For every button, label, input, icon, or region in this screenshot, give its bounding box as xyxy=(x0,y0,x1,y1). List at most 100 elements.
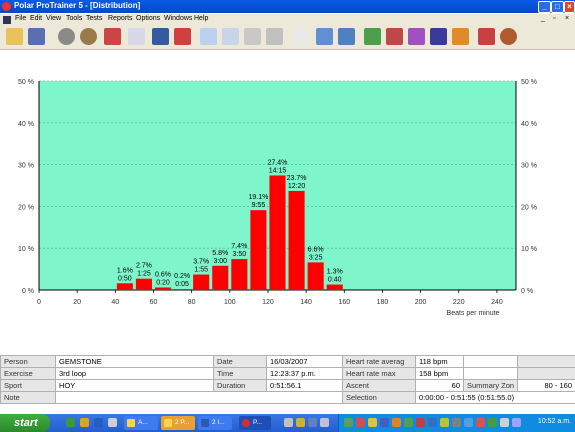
open-folder-icon[interactable] xyxy=(6,28,23,45)
analysis-5-icon[interactable] xyxy=(452,28,469,45)
task-label: P... xyxy=(253,419,262,426)
tray-icon[interactable] xyxy=(428,418,437,427)
quicklaunch-media-icon[interactable] xyxy=(80,418,89,427)
sport-label: Sport xyxy=(0,379,56,392)
tray-icon[interactable] xyxy=(356,418,365,427)
diary-icon[interactable] xyxy=(152,28,169,45)
tray-icon[interactable] xyxy=(488,418,497,427)
menu-edit[interactable]: Edit xyxy=(30,15,42,22)
bar-percent-label: 6.6% xyxy=(308,246,324,253)
person-value[interactable]: GEMSTONE xyxy=(55,355,214,368)
bar-report-icon[interactable] xyxy=(104,28,121,45)
analysis-2-icon[interactable] xyxy=(386,28,403,45)
mdi-restore-icon[interactable]: ▫ xyxy=(553,15,555,22)
mdi-minimize-icon[interactable]: _ xyxy=(541,15,545,22)
tray-icon[interactable] xyxy=(464,418,473,427)
exercise-info-grid: Person GEMSTONE Date 16/03/2007 Heart ra… xyxy=(0,355,575,404)
users-icon[interactable] xyxy=(500,28,517,45)
calendar-icon[interactable] xyxy=(128,28,145,45)
y-tick-label-left: 10 % xyxy=(18,246,34,253)
menu-tools[interactable]: Tools xyxy=(66,15,82,22)
task-button-3[interactable]: 2 I... xyxy=(198,416,232,430)
tray-icon[interactable] xyxy=(404,418,413,427)
task-toolbar-icon[interactable] xyxy=(320,418,329,427)
menu-tests[interactable]: Tests xyxy=(86,15,102,22)
y-tick-label-left: 50 % xyxy=(18,79,34,86)
report-chart-icon[interactable] xyxy=(478,28,495,45)
close-button[interactable]: × xyxy=(564,1,575,13)
menu-file[interactable]: File xyxy=(15,15,26,22)
volume-icon[interactable] xyxy=(500,418,509,427)
menu-help[interactable]: Help xyxy=(194,15,208,22)
analysis-1-icon[interactable] xyxy=(364,28,381,45)
x-tick-label: 100 xyxy=(224,299,236,306)
task-label: A... xyxy=(138,419,148,426)
x-tick-label: 80 xyxy=(188,299,196,306)
person-icon[interactable] xyxy=(174,28,191,45)
start-button[interactable]: start xyxy=(0,414,50,432)
tray-icon[interactable] xyxy=(416,418,425,427)
quicklaunch-desktop-icon[interactable] xyxy=(94,418,103,427)
histogram-bar xyxy=(154,287,172,290)
add-exercise-icon[interactable] xyxy=(58,28,75,45)
bar-time-label: 3:00 xyxy=(213,258,227,265)
toolbar xyxy=(0,25,575,50)
note-value[interactable] xyxy=(55,391,343,404)
analysis-3-icon[interactable] xyxy=(408,28,425,45)
bar-percent-label: 7.4% xyxy=(231,243,247,250)
task-icon xyxy=(201,419,209,427)
tray-icon[interactable] xyxy=(380,418,389,427)
y-tick-label-left: 30 % xyxy=(18,163,34,170)
download-icon[interactable] xyxy=(316,28,333,45)
date-label: Date xyxy=(213,355,267,368)
histogram-bar xyxy=(269,175,286,290)
bar-time-label: 14:15 xyxy=(269,167,287,174)
zoom-icon[interactable] xyxy=(292,28,309,45)
bars-view-icon[interactable] xyxy=(222,28,239,45)
columns-view-icon[interactable] xyxy=(266,28,283,45)
x-tick-label: 220 xyxy=(453,299,465,306)
bar-percent-label: 0.6% xyxy=(155,271,171,278)
menu-options[interactable]: Options xyxy=(136,15,160,22)
duration-value[interactable]: 0:51:56.1 xyxy=(266,379,343,392)
tray-icon[interactable] xyxy=(392,418,401,427)
task-button-1[interactable]: A... xyxy=(124,416,158,430)
person-label: Person xyxy=(0,355,56,368)
maximize-button[interactable]: □ xyxy=(551,1,564,13)
menu-reports[interactable]: Reports xyxy=(108,15,133,22)
date-value[interactable]: 16/03/2007 xyxy=(266,355,343,368)
analysis-4-icon[interactable] xyxy=(430,28,447,45)
menu-view[interactable]: View xyxy=(46,15,61,22)
mdi-close-icon[interactable]: × xyxy=(565,15,569,22)
tray-icon[interactable] xyxy=(440,418,449,427)
histogram-bar xyxy=(212,265,229,290)
tray-icon[interactable] xyxy=(452,418,461,427)
task-toolbar-icon[interactable] xyxy=(296,418,305,427)
task-toolbar-icon[interactable] xyxy=(284,418,293,427)
time-value[interactable]: 12:23:37 p.m. xyxy=(266,367,343,380)
y-tick-label-left: 20 % xyxy=(18,204,34,211)
task-button-4[interactable]: P... xyxy=(239,416,271,430)
save-icon[interactable] xyxy=(28,28,45,45)
summary-zone-label: Summary Zon xyxy=(463,379,518,392)
y-tick-label-right: 50 % xyxy=(521,79,537,86)
laps-view-icon[interactable] xyxy=(244,28,261,45)
quicklaunch-folder-icon[interactable] xyxy=(108,418,117,427)
task-button-2[interactable]: 2 P... xyxy=(161,416,195,430)
exercise-value[interactable]: 3rd loop xyxy=(55,367,214,380)
minimize-button[interactable]: _ xyxy=(538,1,551,13)
bar-percent-label: 23.7% xyxy=(287,175,307,182)
tray-icon[interactable] xyxy=(476,418,485,427)
upload-icon[interactable] xyxy=(338,28,355,45)
delete-exercise-icon[interactable] xyxy=(80,28,97,45)
curve-view-icon[interactable] xyxy=(200,28,217,45)
tray-icon[interactable] xyxy=(344,418,353,427)
quicklaunch-ie-icon[interactable] xyxy=(66,418,75,427)
tray-icon[interactable] xyxy=(368,418,377,427)
network-icon[interactable] xyxy=(512,418,521,427)
sport-value[interactable]: HOY xyxy=(55,379,214,392)
task-icon xyxy=(127,419,135,427)
bar-percent-label: 2.7% xyxy=(136,263,152,270)
menu-windows[interactable]: Windows xyxy=(164,15,192,22)
task-toolbar-icon[interactable] xyxy=(308,418,317,427)
